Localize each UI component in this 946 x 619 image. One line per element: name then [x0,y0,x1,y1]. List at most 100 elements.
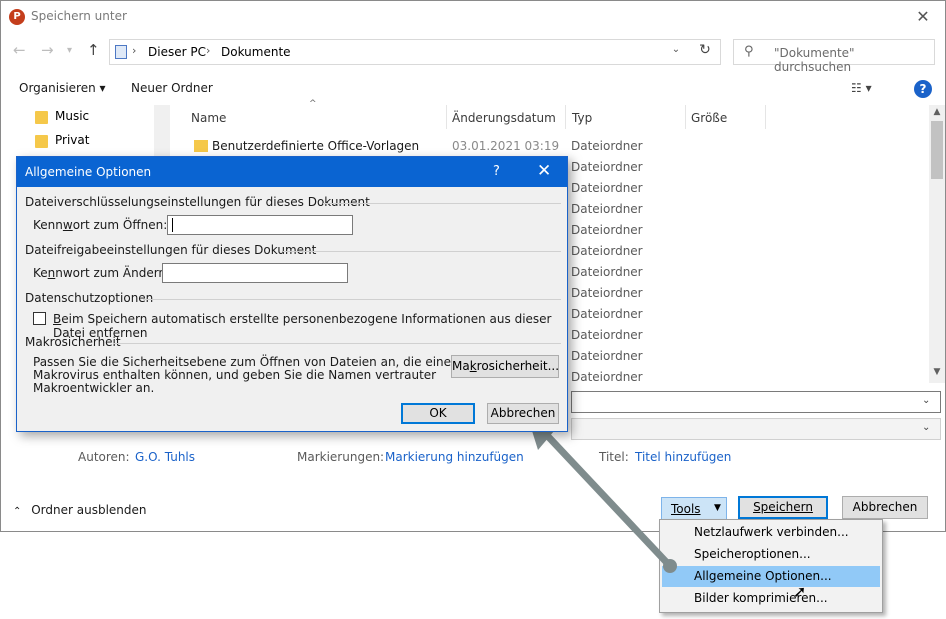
menu-item-compress-pictures[interactable]: Bilder komprimieren... [662,588,880,609]
modify-password-label: Kennwort zum Ändern: [33,266,170,280]
label-part: rosicherheit... [476,359,560,373]
section-divider [283,251,561,252]
label-accel: k [469,359,477,373]
address-bar[interactable]: › Dieser PC › Dokumente ⌄ ↻ [109,39,721,65]
view-options-icon[interactable]: ☷ ▾ [851,81,872,95]
hide-folders-toggle[interactable]: ⌃ Ordner ausblenden [13,503,147,517]
column-divider [685,105,686,129]
scroll-up-icon[interactable]: ▲ [929,107,945,117]
dialog-close-button[interactable]: ✕ [537,161,551,181]
breadcrumb-this-pc[interactable]: Dieser PC [148,45,206,59]
forward-arrow-icon[interactable]: → [41,41,54,59]
macro-description-2: Makrovirus enthalten können, und geben S… [33,368,437,382]
dialog-help-button[interactable]: ? [493,164,500,179]
file-type: Dateiordner [571,181,643,195]
encryption-section-title: Dateiverschlüsselungseinstellungen für d… [25,195,370,209]
file-type: Dateiordner [571,349,643,363]
sharing-section-title: Dateifreigabeeinstellungen für dieses Do… [25,243,317,257]
section-divider [143,299,561,300]
new-folder-button[interactable]: Neuer Ordner [131,81,213,95]
file-type: Dateiordner [571,202,643,216]
label-accel: w [62,218,73,232]
file-type: Dateiordner [571,265,643,279]
cancel-button[interactable]: Abbrechen [842,496,928,519]
remove-personal-info-label[interactable]: Beim Speichern automatisch erstellte per… [53,312,567,340]
annotation-arrow-tail [663,559,677,573]
scrollbar-thumb[interactable] [931,121,943,179]
column-header-name[interactable]: Name [191,111,226,135]
file-list-scrollbar[interactable]: ▲ ▼ [929,105,945,383]
column-header-type[interactable]: Typ [572,111,592,135]
refresh-icon[interactable]: ↻ [694,42,716,58]
chevron-down-icon[interactable]: ⌄ [922,395,930,406]
dialog-cancel-button[interactable]: Abbrechen [487,403,559,424]
label-part: ort zum Öffnen: [72,218,168,232]
open-password-label: Kennwort zum Öffnen: [33,218,167,232]
file-type: Dateiordner [571,370,643,384]
general-options-dialog: Allgemeine Optionen ? ✕ Dateiverschlüsse… [16,156,568,432]
column-divider [565,105,566,129]
hide-folders-label: Ordner ausblenden [31,503,147,517]
column-divider [446,105,447,129]
file-type: Dateiordner [571,160,643,174]
text-caret [172,218,173,232]
breadcrumb-separator: › [132,44,137,57]
macro-security-button[interactable]: Makrosicherheit... [451,355,559,378]
organize-button[interactable]: Organisieren ▾ [19,81,106,95]
powerpoint-app-icon: P [9,9,25,25]
search-box[interactable]: ⚲ "Dokumente" durchsuchen [733,39,935,74]
folder-icon [35,135,48,148]
open-password-input[interactable] [167,215,353,235]
breadcrumb-separator: › [206,44,211,57]
folder-icon [194,140,208,152]
file-type: Dateiordner [571,328,643,342]
add-tag-link[interactable]: Markierung hinzufügen [385,450,524,464]
section-divider [113,343,561,344]
breadcrumb-documents[interactable]: Dokumente [221,45,291,59]
nav-item-music[interactable]: Music [55,109,89,123]
file-type: Dateiordner [571,244,643,258]
nav-item-privat[interactable]: Privat [55,133,89,147]
search-placeholder: "Dokumente" durchsuchen [774,46,855,74]
title-bar: P Speichern unter ✕ [1,1,945,33]
macro-section-title: Makrosicherheit [25,335,121,349]
label-part: eim Speichern automatisch erstellte pers… [53,312,552,340]
column-divider [765,105,766,129]
authors-label: Autoren: [78,450,130,464]
up-arrow-icon[interactable]: ↑ [87,41,100,59]
address-dropdown-icon[interactable]: ⌄ [666,44,686,55]
tags-label: Markierungen: [297,450,385,464]
section-divider [323,203,561,204]
file-name-input[interactable]: ⌄ [571,391,941,413]
column-header-size[interactable]: Größe [691,111,727,135]
recent-locations-chevron-icon[interactable]: ▾ [67,45,72,56]
file-type: Dateiordner [571,139,643,153]
back-arrow-icon[interactable]: ← [13,41,26,59]
this-pc-icon [115,45,127,59]
annotation-arrow-shaft [538,426,674,570]
scroll-down-icon[interactable]: ▼ [929,367,945,377]
macro-description-3: Makroentwickler an. [33,381,155,395]
save-button[interactable]: Speichern [738,496,828,519]
macro-description-1: Passen Sie die Sicherheitsebene zum Öffn… [33,355,459,369]
column-header-date[interactable]: Änderungsdatum [452,111,556,135]
privacy-section-title: Datenschutzoptionen [25,291,154,305]
label-part: Ke [33,266,48,280]
search-icon: ⚲ [744,44,754,59]
help-icon[interactable]: ? [914,80,932,98]
close-window-button[interactable]: ✕ [901,1,945,33]
dialog-title-bar: Allgemeine Optionen ? ✕ [17,157,567,187]
window-title: Speichern unter [31,9,127,23]
file-date: 03.01.2021 03:19 [452,139,560,153]
authors-value[interactable]: G.O. Tuhls [135,450,195,464]
modify-password-input[interactable] [162,263,348,283]
remove-personal-info-checkbox[interactable] [33,312,46,325]
file-name[interactable]: Benutzerdefinierte Office-Vorlagen [212,139,419,153]
label-part: nwort zum Ändern: [55,266,171,280]
dialog-title: Allgemeine Optionen [25,165,152,179]
label-accel: B [53,312,62,326]
chevron-up-icon: ⌃ [13,506,22,517]
chevron-down-icon[interactable]: ⌄ [922,422,930,433]
file-type: Dateiordner [571,307,643,321]
ok-button[interactable]: OK [401,403,475,424]
